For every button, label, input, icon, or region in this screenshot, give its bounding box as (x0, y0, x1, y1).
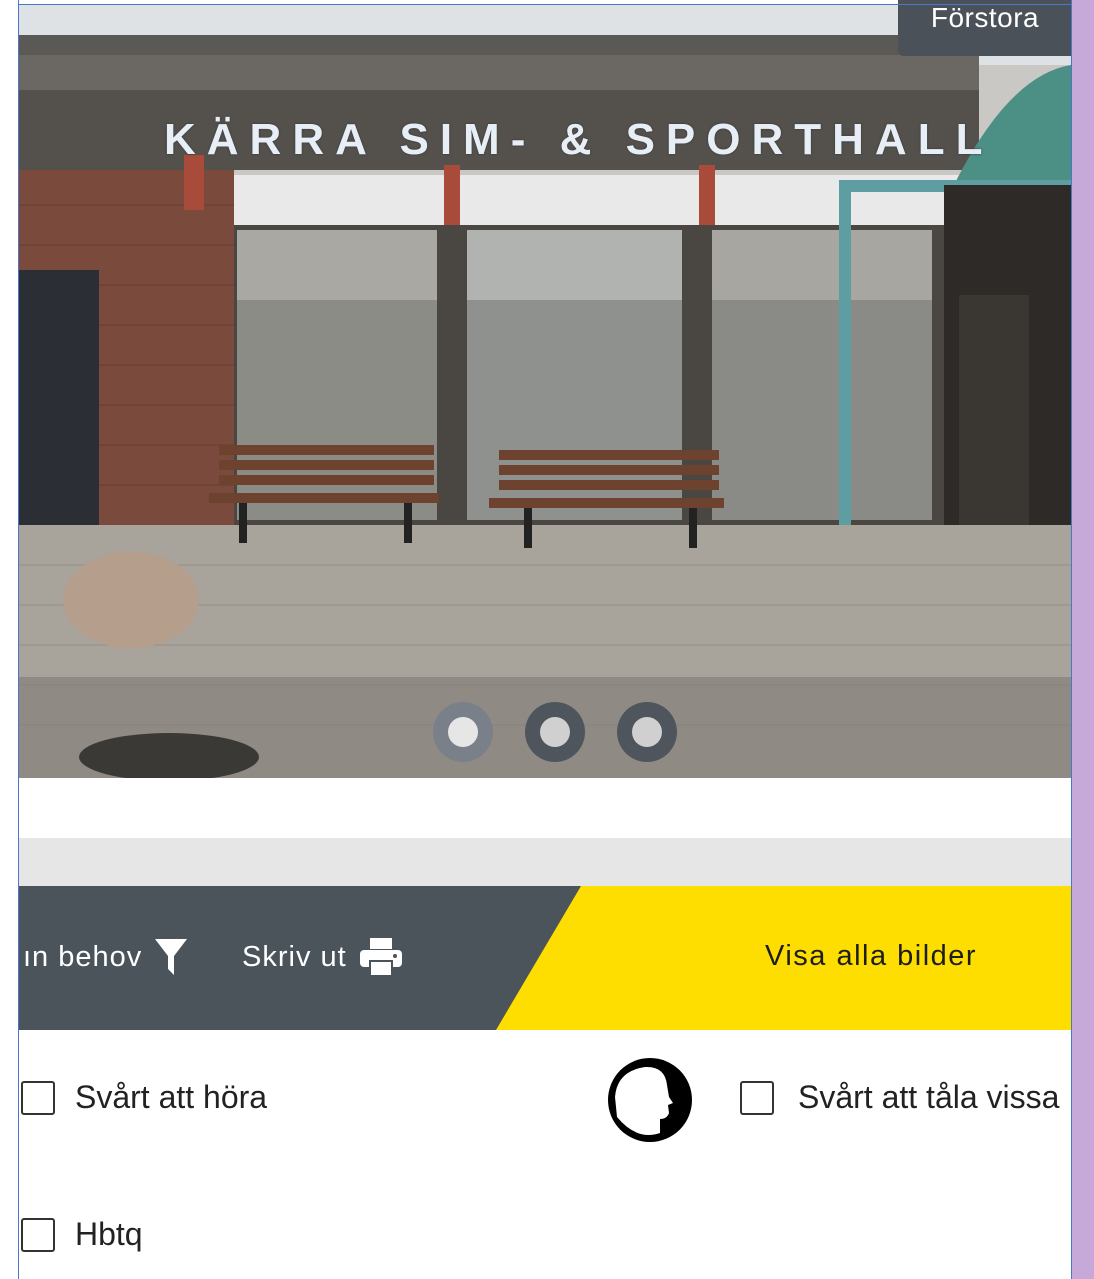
need-label: Svårt att tåla vissa (798, 1079, 1060, 1115)
need-label: Svårt att höra (75, 1079, 268, 1115)
head-profile-icon (608, 1058, 692, 1142)
frame-right-line (1071, 0, 1072, 1279)
need-hard-of-hearing[interactable]: Svårt att höra (21, 1079, 267, 1116)
checkbox-hard-of-hearing[interactable] (21, 1080, 55, 1115)
printer-icon (359, 938, 402, 977)
filter-needs-label: ın behov (23, 940, 143, 973)
enlarge-label: Förstora (930, 2, 1040, 33)
checkbox-hbtq[interactable] (21, 1217, 55, 1252)
enlarge-button[interactable]: Förstora (898, 0, 1072, 56)
filter-icon (155, 939, 188, 975)
checkbox-sensitive[interactable] (740, 1080, 774, 1115)
frame-left-line (18, 0, 19, 1279)
divider-strip (19, 838, 1071, 886)
right-edge-band (1072, 0, 1094, 1279)
show-all-images-label: Visa alla bilder (765, 940, 978, 972)
carousel-dot-3[interactable] (617, 702, 677, 762)
carousel-dots (433, 702, 678, 764)
need-sensitive[interactable]: Svårt att tåla vissa (740, 1079, 1059, 1116)
filter-needs-button[interactable]: ın behov (23, 937, 188, 977)
need-hbtq[interactable]: Hbtq (21, 1216, 143, 1253)
carousel-dot-1[interactable] (433, 702, 493, 762)
need-label: Hbtq (75, 1216, 143, 1252)
frame-top-line (18, 4, 1072, 5)
print-button[interactable]: Skriv ut (242, 937, 403, 977)
building-sign: KÄRRA SIM- & SPORTHALL (164, 115, 994, 164)
action-toolbar: ın behov Skriv ut Visa alla bilder (19, 886, 1071, 1030)
needs-list: Svårt att höra Svårt att tåla vissa Hbtq (19, 1030, 1071, 1279)
facility-photo[interactable]: KÄRRA SIM- & SPORTHALL (19, 5, 1071, 778)
print-label: Skriv ut (242, 940, 347, 973)
carousel-dot-2[interactable] (525, 702, 585, 762)
